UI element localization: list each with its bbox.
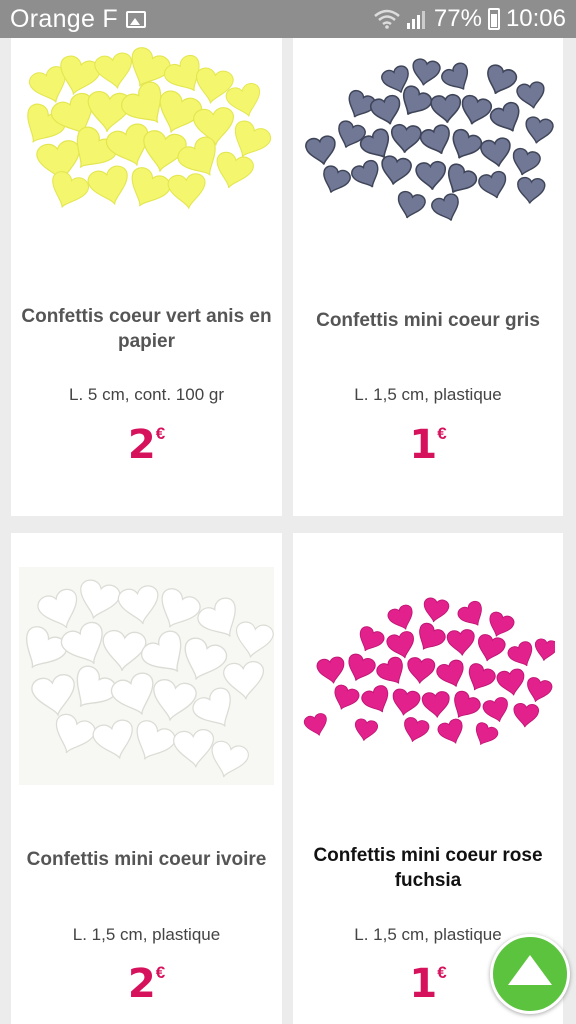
status-bar: Orange F 77% 10:06	[0, 0, 576, 38]
product-image[interactable]	[19, 567, 274, 785]
battery-icon	[487, 8, 500, 30]
product-name[interactable]: Confettis mini coeur ivoire	[17, 847, 276, 872]
price-amount: 1	[409, 422, 437, 468]
product-card[interactable]: Confettis mini coeur gris L. 1,5 cm, pla…	[293, 38, 563, 516]
price-currency: €	[437, 424, 447, 443]
product-price: 2€	[11, 422, 282, 468]
price-amount: 2	[127, 422, 156, 468]
product-image[interactable]	[301, 38, 555, 238]
scroll-to-top-button[interactable]	[490, 934, 570, 1014]
fuchsia-heart-confetti-icon	[302, 596, 555, 751]
wifi-icon	[374, 9, 400, 29]
product-image[interactable]	[19, 38, 274, 238]
product-name[interactable]: Confettis mini coeur gris	[299, 308, 557, 333]
product-name[interactable]: Confettis mini coeur rose fuchsia	[299, 843, 557, 893]
product-card[interactable]: Confettis coeur vert anis en papier L. 5…	[11, 38, 282, 516]
product-description: L. 5 cm, cont. 100 gr	[69, 385, 224, 404]
price-currency: €	[155, 963, 166, 982]
product-name[interactable]: Confettis coeur vert anis en papier	[17, 304, 276, 354]
yellow-heart-confetti-icon	[19, 43, 274, 216]
price-amount: 1	[409, 961, 437, 1007]
status-icons: 77% 10:06	[374, 5, 566, 33]
grey-heart-confetti-icon	[303, 57, 555, 227]
carrier-name: Orange F	[10, 4, 119, 33]
clock: 10:06	[505, 5, 566, 32]
image-notification-icon	[126, 10, 147, 28]
ivory-heart-confetti-icon	[19, 567, 274, 785]
product-description: L. 1,5 cm, plastique	[354, 385, 502, 404]
price-currency: €	[155, 424, 166, 443]
price-currency: €	[437, 963, 447, 982]
product-price: 1€	[293, 422, 563, 468]
product-price: 2€	[11, 961, 282, 1007]
signal-icon	[406, 11, 425, 29]
price-amount: 2	[127, 961, 156, 1007]
battery-percent: 77%	[433, 5, 482, 32]
product-description: L. 1,5 cm, plastique	[72, 925, 221, 944]
product-card[interactable]: Confettis mini coeur ivoire L. 1,5 cm, p…	[11, 533, 282, 1024]
product-image[interactable]	[301, 588, 555, 768]
